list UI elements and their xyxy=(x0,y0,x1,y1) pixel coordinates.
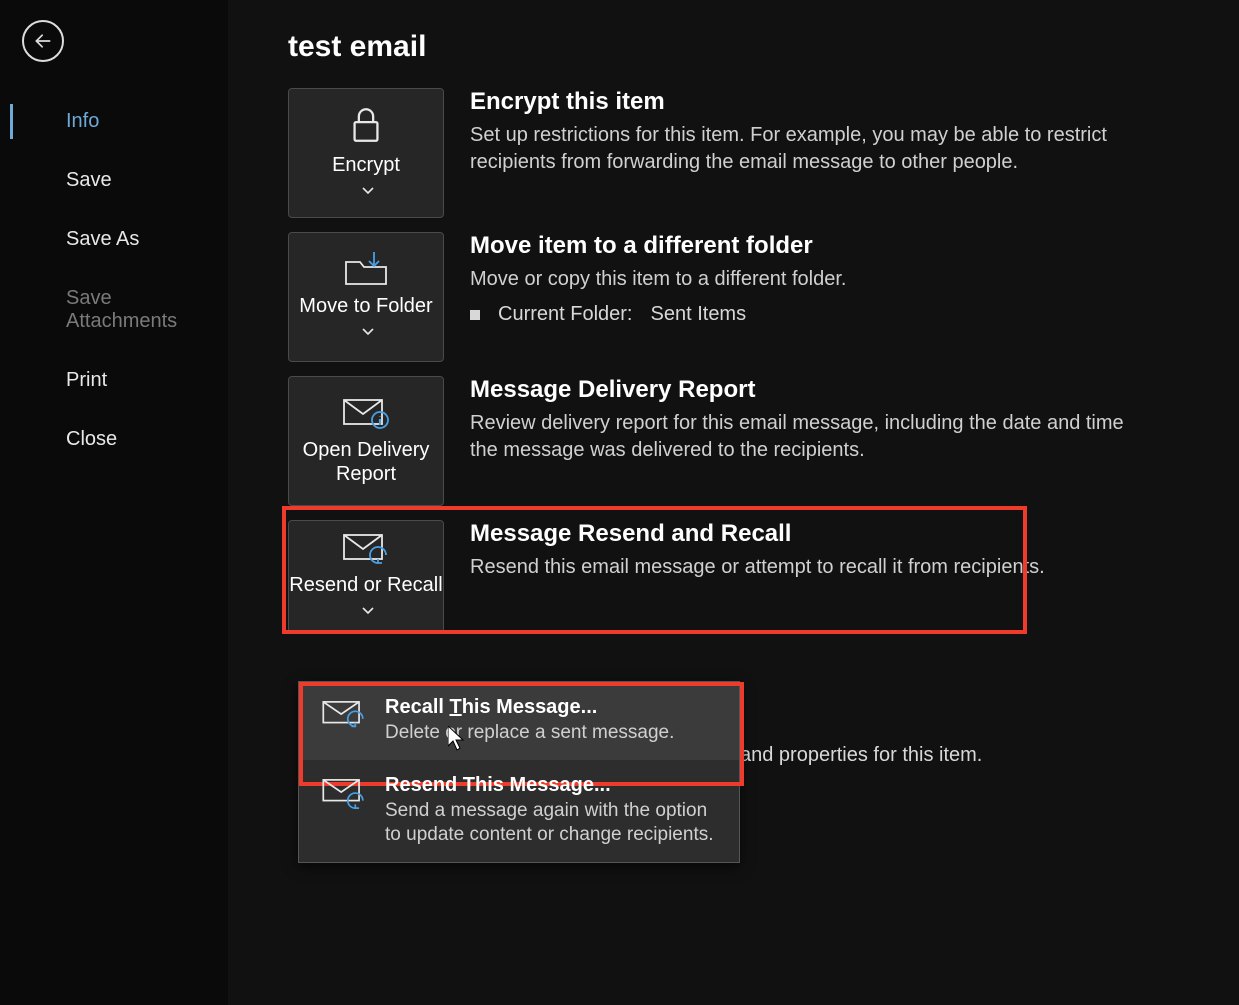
section-delivery: Open Delivery Report Message Delivery Re… xyxy=(288,376,1199,506)
recall-menu-desc: Delete or replace a sent message. xyxy=(385,721,674,746)
encrypt-heading: Encrypt this item xyxy=(470,88,1130,116)
chevron-down-icon xyxy=(362,187,374,195)
back-button[interactable] xyxy=(22,20,64,62)
recall-menu-title: Recall This Message... xyxy=(385,696,674,719)
nav-item-close[interactable]: Close xyxy=(0,410,228,469)
move-heading: Move item to a different folder xyxy=(470,232,846,260)
move-desc: Move or copy this item to a different fo… xyxy=(470,266,846,293)
folder-arrow-icon xyxy=(344,252,388,286)
current-folder-label: Current Folder: xyxy=(498,303,633,326)
encrypt-tile[interactable]: Encrypt xyxy=(288,88,444,218)
envelope-info-icon xyxy=(342,396,390,430)
chevron-down-icon xyxy=(362,328,374,336)
resend-recall-menu: Recall This Message... Delete or replace… xyxy=(298,681,740,863)
envelope-resend-icon xyxy=(321,778,367,810)
move-to-folder-tile[interactable]: Move to Folder xyxy=(288,232,444,362)
section-encrypt: Encrypt Encrypt this item Set up restric… xyxy=(288,88,1199,218)
resend-desc: Resend this email message or attempt to … xyxy=(470,554,1045,581)
nav-item-save[interactable]: Save xyxy=(0,151,228,210)
move-tile-label: Move to Folder xyxy=(299,295,432,317)
menu-item-resend-this-message[interactable]: Resend This Message... Send a message ag… xyxy=(299,760,739,862)
resend-tile-label: Resend or Recall xyxy=(289,574,442,596)
chevron-down-icon xyxy=(362,607,374,615)
encrypt-desc: Set up restrictions for this item. For e… xyxy=(470,122,1130,176)
nav-item-print[interactable]: Print xyxy=(0,351,228,410)
menu-item-recall-this-message[interactable]: Recall This Message... Delete or replace… xyxy=(299,682,739,760)
envelope-recall-icon xyxy=(342,533,390,565)
delivery-heading: Message Delivery Report xyxy=(470,376,1130,404)
resend-heading: Message Resend and Recall xyxy=(470,520,1045,548)
resend-menu-title: Resend This Message... xyxy=(385,774,719,797)
section-move: Move to Folder Move item to a different … xyxy=(288,232,1199,362)
arrow-left-icon xyxy=(33,31,53,51)
delivery-desc: Review delivery report for this email me… xyxy=(470,410,1130,464)
page-title: test email xyxy=(288,30,1199,64)
properties-desc-fragment: and properties for this item. xyxy=(740,744,982,767)
nav-item-save-as[interactable]: Save As xyxy=(0,210,228,269)
section-resend-recall: Resend or Recall Message Resend and Reca… xyxy=(288,520,1199,634)
encrypt-tile-label: Encrypt xyxy=(332,154,400,176)
nav-item-save-attachments: Save Attachments xyxy=(0,269,228,351)
lock-icon xyxy=(348,105,384,145)
resend-or-recall-tile[interactable]: Resend or Recall xyxy=(288,520,444,634)
nav-list: Info Save Save As Save Attachments Print… xyxy=(0,92,228,469)
delivery-tile-label: Open Delivery Report xyxy=(289,438,443,486)
resend-menu-desc: Send a message again with the option to … xyxy=(385,799,719,848)
current-folder-value: Sent Items xyxy=(651,303,747,326)
bullet-icon xyxy=(470,310,480,320)
nav-item-info[interactable]: Info xyxy=(0,92,228,151)
backstage-sidebar: Info Save Save As Save Attachments Print… xyxy=(0,0,228,1005)
envelope-recall-icon xyxy=(321,700,367,732)
open-delivery-report-tile[interactable]: Open Delivery Report xyxy=(288,376,444,506)
